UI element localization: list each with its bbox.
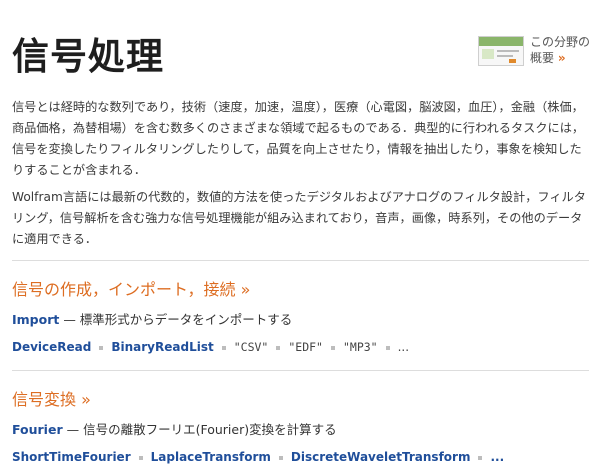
format-link-edf[interactable]: "EDF" xyxy=(288,340,323,354)
thumbnail-accent xyxy=(509,59,516,63)
overview-thumbnail[interactable] xyxy=(478,36,524,66)
more-link[interactable]: ... xyxy=(398,340,409,354)
section-arrow-icon[interactable]: » xyxy=(81,390,91,409)
thumbnail-line xyxy=(497,50,519,52)
overview-link-text-line2[interactable]: 概要 » xyxy=(530,50,566,66)
separator-dot xyxy=(138,455,143,460)
function-link-fourier[interactable]: Fourier xyxy=(12,422,63,437)
separator-dot xyxy=(276,345,281,350)
function-description: — 信号の離散フーリエ(Fourier)変換を計算する xyxy=(62,422,337,437)
section-title-text[interactable]: 信号の作成，インポート，接続 xyxy=(12,280,236,299)
page-title: 信号処理 xyxy=(12,35,164,78)
separator-dot xyxy=(278,455,283,460)
function-description: — 標準形式からデータをインポートする xyxy=(59,312,293,327)
function-link-laplacetransform[interactable]: LaplaceTransform xyxy=(151,450,271,464)
section-title-signal-creation[interactable]: 信号の作成，インポート，接続 » xyxy=(12,276,250,300)
separator-dot xyxy=(385,345,390,350)
function-list-signal-creation: DeviceRead BinaryReadList "CSV" "EDF" "MP3".… xyxy=(12,340,409,354)
section-divider xyxy=(12,370,589,371)
section-main-function-row: Import — 標準形式からデータをインポートする xyxy=(12,309,292,328)
function-link-shorttimefourier[interactable]: ShortTimeFourier xyxy=(12,450,131,464)
section-title-text[interactable]: 信号変換 xyxy=(12,390,76,409)
overview-link-text-line2-label[interactable]: 概要 xyxy=(530,51,554,65)
thumbnail-header-bar xyxy=(479,37,523,46)
thumbnail-block xyxy=(482,49,494,59)
separator-dot xyxy=(99,345,104,350)
function-link-import[interactable]: Import xyxy=(12,312,59,327)
section-main-function-row: Fourier — 信号の離散フーリエ(Fourier)変換を計算する xyxy=(12,419,337,438)
intro-paragraph-1: 信号とは経時的な数列であり，技術（速度，加速，温度），医療（心電図，脳波図，血圧… xyxy=(12,100,585,177)
function-link-binaryreadlist[interactable]: BinaryReadList xyxy=(111,340,213,354)
separator-dot xyxy=(330,345,335,350)
more-link[interactable]: ... xyxy=(490,450,504,464)
format-link-csv[interactable]: "CSV" xyxy=(234,340,269,354)
section-arrow-icon[interactable]: » xyxy=(241,280,251,299)
overview-arrow-icon[interactable]: » xyxy=(558,51,566,65)
overview-link[interactable]: この分野の 概要 » xyxy=(478,34,598,68)
separator-dot xyxy=(478,455,483,460)
separator-dot xyxy=(221,345,226,350)
function-list-signal-transforms: ShortTimeFourier LaplaceTransform Discrete… xyxy=(12,450,504,464)
intro-paragraph-2: Wolfram言語には最新の代数的，数値的方法を使ったデジタルおよびアナログのフ… xyxy=(12,190,586,246)
section-title-signal-transforms[interactable]: 信号変換 » xyxy=(12,386,91,410)
function-link-discretewavelettransform[interactable]: DiscreteWaveletTransform xyxy=(291,450,471,464)
overview-link-text-line1[interactable]: この分野の xyxy=(530,34,590,50)
thumbnail-line xyxy=(497,55,513,57)
section-divider xyxy=(12,260,589,261)
format-link-mp3[interactable]: "MP3" xyxy=(343,340,378,354)
function-link-devicereadd[interactable]: DeviceRead xyxy=(12,340,91,354)
